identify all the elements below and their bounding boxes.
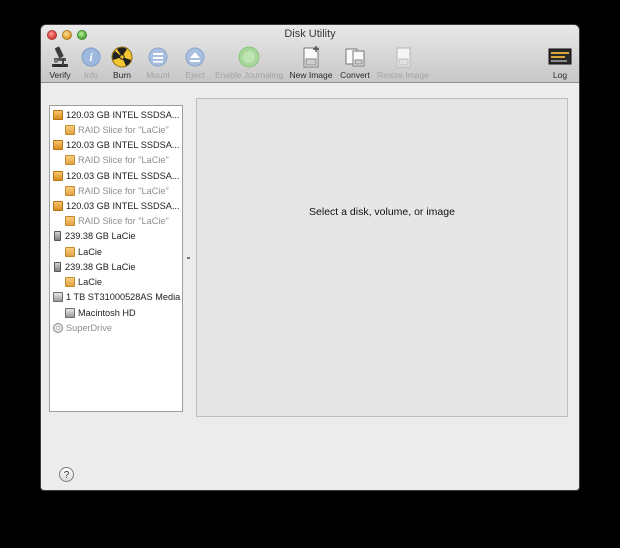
convert-label: Convert xyxy=(340,70,370,80)
list-item[interactable]: 120.03 GB INTEL SSDSA... xyxy=(53,168,180,183)
eject-button[interactable]: Eject xyxy=(182,45,208,81)
eject-icon xyxy=(185,47,205,67)
hard-disk-icon xyxy=(65,307,75,318)
split-view-divider-handle[interactable] xyxy=(187,257,190,259)
list-item[interactable]: 1 TB ST31000528AS Media xyxy=(53,289,180,304)
list-item[interactable]: 239.38 GB LaCie xyxy=(53,228,136,243)
list-item[interactable]: LaCie xyxy=(65,244,102,259)
list-item-label: LaCie xyxy=(78,246,103,257)
external-disk-icon xyxy=(54,230,61,241)
burn-button[interactable]: Burn xyxy=(108,45,136,81)
burn-radiation-icon xyxy=(111,46,133,68)
verify-label: Verify xyxy=(49,70,71,80)
list-item-label: SuperDrive xyxy=(66,322,112,333)
list-item-label: 120.03 GB INTEL SSDSA... xyxy=(66,139,180,150)
resize-image-button[interactable]: Resize Image xyxy=(376,45,430,81)
list-item[interactable]: 239.38 GB LaCie xyxy=(53,259,136,274)
internal-disk-icon xyxy=(53,139,63,150)
convert-button[interactable]: Convert xyxy=(338,45,372,81)
microscope-icon xyxy=(52,46,68,67)
list-item-label: 120.03 GB INTEL SSDSA... xyxy=(66,109,180,120)
list-item[interactable]: LaCie xyxy=(65,274,102,289)
mount-button[interactable]: Mount xyxy=(143,45,173,81)
internal-disk-icon xyxy=(53,170,63,181)
list-item[interactable]: SuperDrive xyxy=(53,320,112,335)
list-item-label: Macintosh HD xyxy=(78,307,136,318)
journaling-icon xyxy=(238,46,260,68)
list-item-label: RAID Slice for "LaCie" xyxy=(78,124,169,135)
list-item[interactable]: 120.03 GB INTEL SSDSA... xyxy=(53,137,180,152)
raid-slice-icon xyxy=(65,185,75,196)
burn-label: Burn xyxy=(113,70,131,80)
optical-drive-icon xyxy=(53,322,63,333)
empty-selection-message: Select a disk, volume, or image xyxy=(309,206,455,218)
mount-label: Mount xyxy=(146,70,170,80)
list-item-label: 120.03 GB INTEL SSDSA... xyxy=(66,170,180,181)
internal-disk-icon xyxy=(53,109,63,120)
list-item[interactable]: 120.03 GB INTEL SSDSA... xyxy=(53,198,180,213)
detail-pane: Select a disk, volume, or image xyxy=(196,98,568,417)
list-item-label: RAID Slice for "LaCie" xyxy=(78,185,169,196)
window-title: Disk Utility xyxy=(284,28,336,40)
list-item-label: 120.03 GB INTEL SSDSA... xyxy=(66,200,180,211)
eject-label: Eject xyxy=(185,70,205,80)
volume-icon xyxy=(65,246,75,257)
console-log-icon xyxy=(548,48,572,65)
list-item[interactable]: RAID Slice for "LaCie" xyxy=(65,183,169,198)
mount-icon xyxy=(148,47,168,67)
list-item[interactable]: RAID Slice for "LaCie" xyxy=(65,213,169,228)
log-button[interactable]: Log xyxy=(547,45,573,81)
list-item-label: 1 TB ST31000528AS Media xyxy=(66,291,181,302)
info-button[interactable]: i Info xyxy=(77,45,105,81)
list-item[interactable]: 120.03 GB INTEL SSDSA... xyxy=(53,107,180,122)
info-icon: i xyxy=(81,47,101,67)
resize-image-label: Resize Image xyxy=(377,70,429,80)
raid-slice-icon xyxy=(65,124,75,135)
external-disk-icon xyxy=(54,261,61,272)
new-image-button[interactable]: New Image xyxy=(289,45,333,81)
internal-disk-icon xyxy=(53,200,63,211)
log-label: Log xyxy=(552,70,568,80)
resize-image-icon xyxy=(396,47,411,68)
toolbar: Disk Utility Verify i Info Burn Mount Ej… xyxy=(41,25,579,83)
enable-journaling-label: Enable Journaling xyxy=(214,70,284,80)
raid-slice-icon xyxy=(65,154,75,165)
new-image-label: New Image xyxy=(289,70,333,80)
list-item[interactable]: RAID Slice for "LaCie" xyxy=(65,152,169,167)
help-button[interactable]: ? xyxy=(59,467,74,482)
list-item-label: 239.38 GB LaCie xyxy=(65,261,136,272)
list-item-label: RAID Slice for "LaCie" xyxy=(78,154,169,165)
list-item-label: 239.38 GB LaCie xyxy=(65,230,136,241)
list-item[interactable]: Macintosh HD xyxy=(65,305,136,320)
list-item-label: RAID Slice for "LaCie" xyxy=(78,215,169,226)
list-item-label: LaCie xyxy=(78,276,103,287)
disk-utility-window: Disk Utility Verify i Info Burn Mount Ej… xyxy=(41,25,579,490)
verify-button[interactable]: Verify xyxy=(45,45,75,81)
info-label: Info xyxy=(83,70,99,80)
new-image-icon xyxy=(303,46,319,68)
raid-slice-icon xyxy=(65,215,75,226)
volume-icon xyxy=(65,276,75,287)
device-list[interactable]: 120.03 GB INTEL SSDSA... RAID Slice for … xyxy=(49,105,183,412)
list-item[interactable]: RAID Slice for "LaCie" xyxy=(65,122,169,137)
convert-icon xyxy=(345,48,365,67)
hard-disk-icon xyxy=(53,291,63,302)
enable-journaling-button[interactable]: Enable Journaling xyxy=(213,45,285,81)
